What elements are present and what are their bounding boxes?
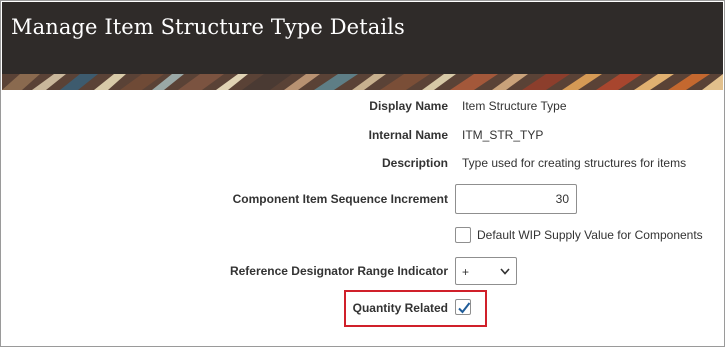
display-name-label: Display Name [369,99,448,113]
description-value: Type used for creating structures for it… [462,156,687,170]
display-name-value: Item Structure Type [462,99,567,113]
reference-designator-range-indicator-select[interactable]: + [455,257,517,285]
description-label: Description [381,156,448,170]
page-header: Manage Item Structure Type Details [2,2,723,90]
component-item-sequence-increment-input[interactable] [455,184,577,214]
component-item-sequence-increment-label: Component Item Sequence Increment [232,192,448,206]
highlight-box [344,290,487,327]
default-wip-supply-checkbox[interactable] [455,227,471,243]
decorative-banner [2,74,723,90]
reference-designator-range-indicator-label: Reference Designator Range Indicator [229,264,448,278]
dialog-frame: Manage Item Structure Type Details Displ… [0,0,725,347]
chevron-down-icon [500,268,510,275]
page-title: Manage Item Structure Type Details [11,15,405,39]
internal-name-value: ITM_STR_TYP [462,128,544,142]
internal-name-label: Internal Name [368,128,448,142]
default-wip-supply-label: Default WIP Supply Value for Components [477,228,703,242]
reference-designator-range-indicator-value: + [462,265,470,279]
